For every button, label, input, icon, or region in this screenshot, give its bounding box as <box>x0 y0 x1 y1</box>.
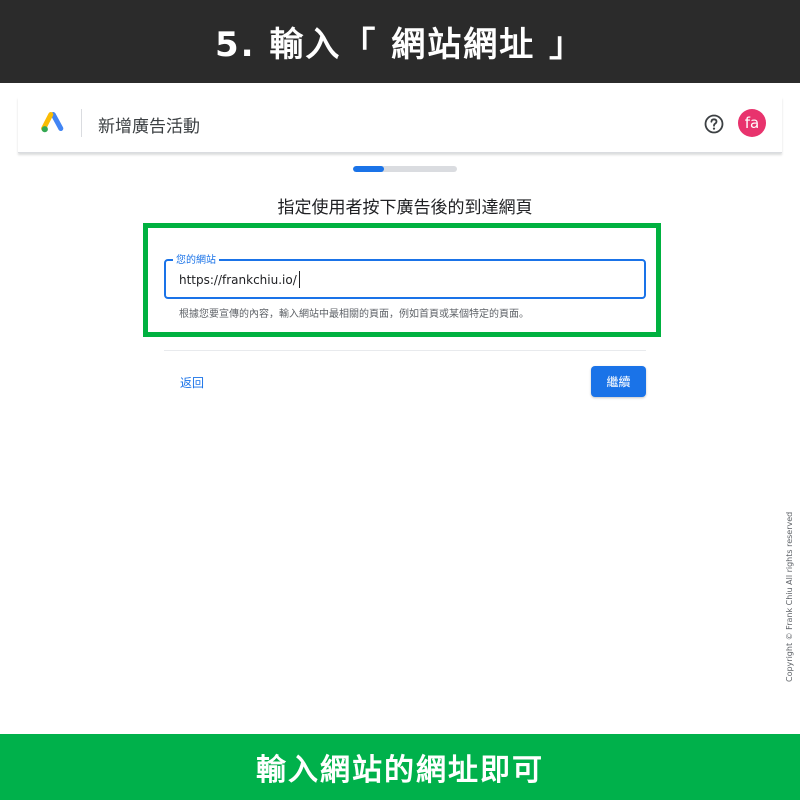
continue-button[interactable]: 繼續 <box>591 366 646 397</box>
app-header: 新增廣告活動 fa <box>18 97 782 153</box>
website-url-input[interactable] <box>179 270 619 290</box>
progress-bar <box>353 166 457 172</box>
help-circle-icon[interactable] <box>703 113 725 135</box>
account-avatar[interactable]: fa <box>738 109 766 137</box>
website-field-label: 您的網站 <box>173 251 219 266</box>
website-helper-text: 根據您要宣傳的內容，輸入網站中最相關的頁面，例如首頁或某個特定的頁面。 <box>179 309 529 320</box>
text-caret <box>299 271 300 288</box>
progress-fill <box>353 166 385 172</box>
page-title: 新增廣告活動 <box>98 117 200 137</box>
step-heading: 指定使用者按下廣告後的到達網頁 <box>277 198 533 218</box>
website-url-field[interactable] <box>164 259 646 299</box>
back-button[interactable]: 返回 <box>180 374 204 391</box>
section-divider <box>164 350 646 351</box>
top-banner-title: 5. 輸入「 網站網址 」 <box>0 0 800 83</box>
copyright-watermark: Copyright © Frank Chiu All rights reserv… <box>785 511 794 682</box>
bottom-banner-caption: 輸入網站的網址即可 <box>0 734 800 800</box>
header-divider <box>81 109 82 137</box>
google-ads-logo-icon <box>41 112 64 133</box>
